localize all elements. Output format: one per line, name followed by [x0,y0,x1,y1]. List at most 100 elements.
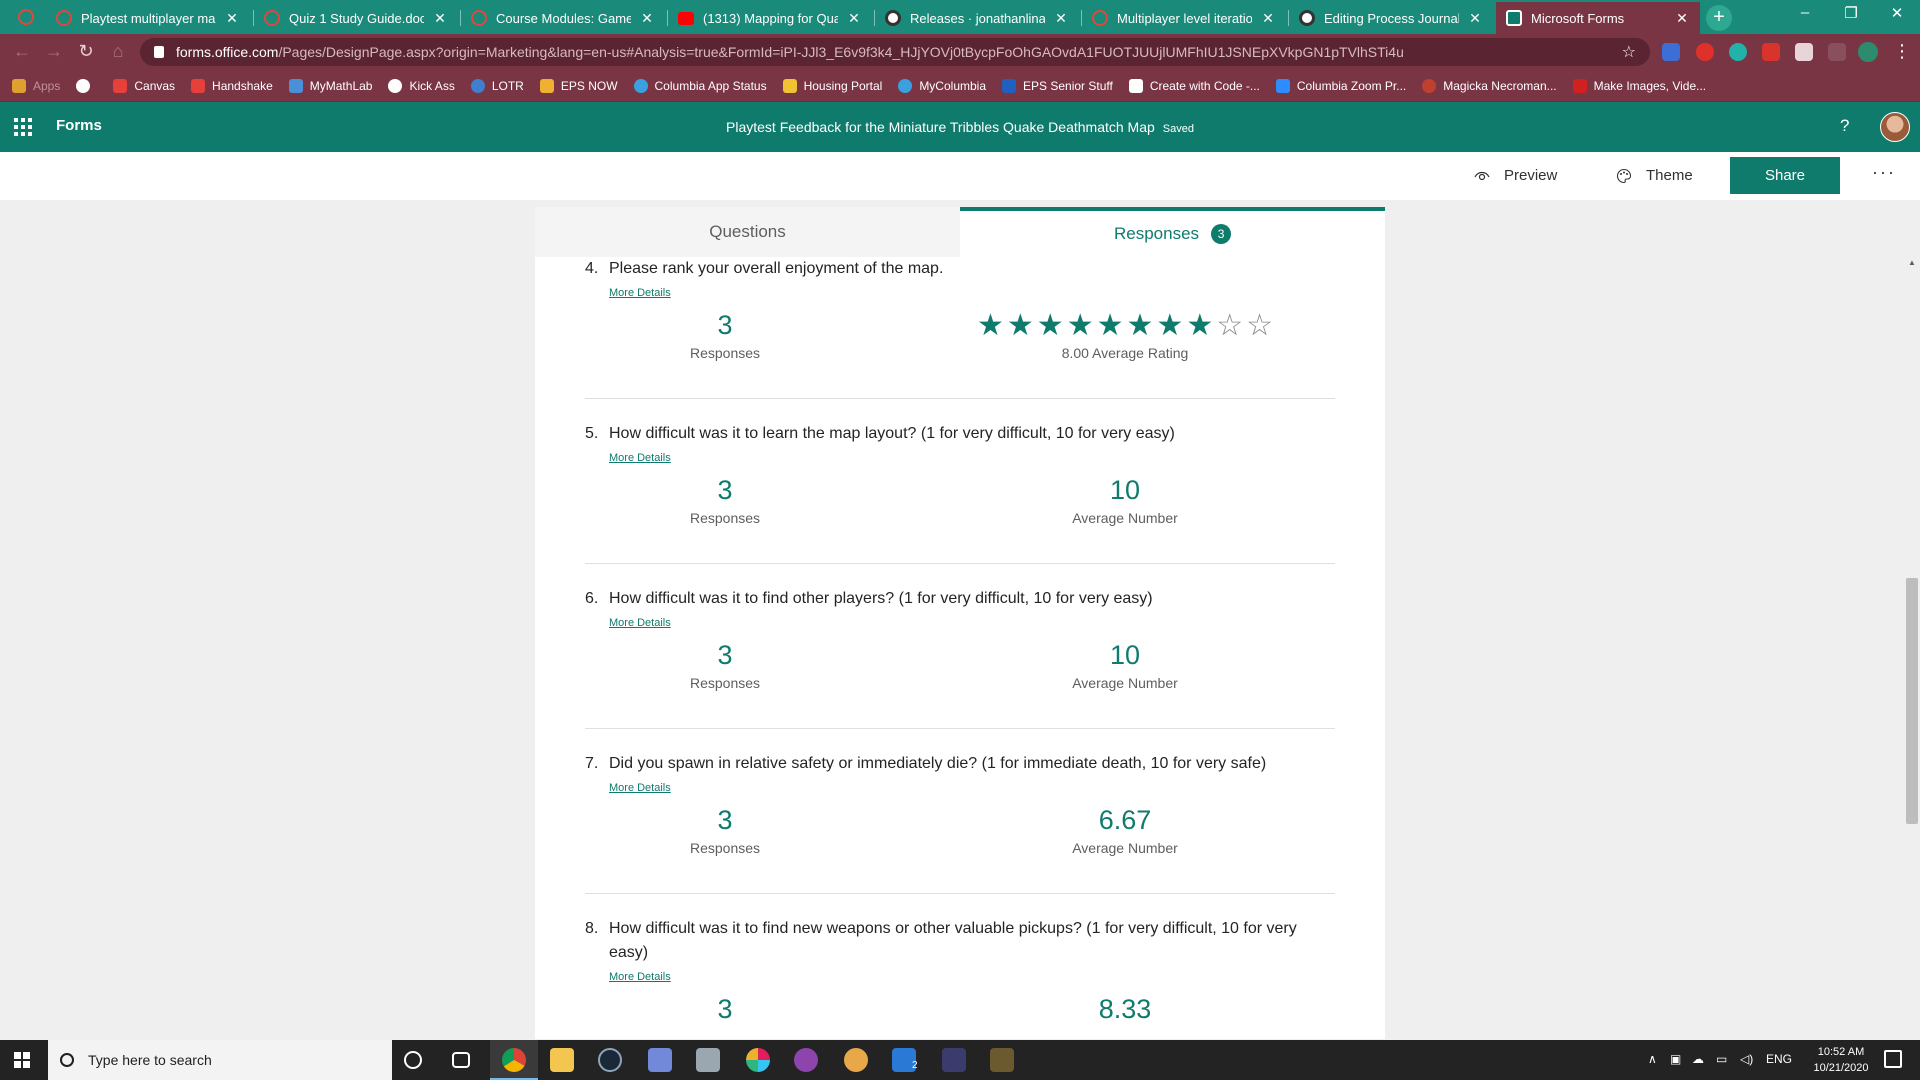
more-details-link[interactable]: More Details [609,452,671,464]
extension-icon[interactable] [1828,43,1846,61]
clock[interactable]: 10:52 AM 10/21/2020 [1800,1044,1882,1076]
slack-icon[interactable] [746,1048,770,1072]
new-tab-button[interactable]: + [1706,5,1732,31]
close-icon[interactable]: ✕ [1053,10,1069,27]
discord-icon[interactable] [648,1048,672,1072]
chrome-menu-icon[interactable] [18,9,34,25]
network-icon[interactable]: ▭ [1716,1052,1727,1066]
steam-icon[interactable] [598,1048,622,1072]
help-icon[interactable]: ? [1840,116,1849,136]
close-icon[interactable]: ✕ [224,10,240,27]
file-explorer-icon[interactable] [550,1048,574,1072]
preview-button[interactable]: Preview [1474,167,1557,184]
tab-responses[interactable]: Responses 3 [960,207,1385,257]
lock-icon [154,46,164,58]
window-close-button[interactable]: ✕ [1874,4,1920,22]
theme-button[interactable]: Theme [1616,167,1693,184]
more-options-icon[interactable]: ··· [1872,162,1896,183]
responses-label: Responses [689,675,761,691]
youtube-icon [678,11,694,25]
avatar[interactable] [1880,112,1910,142]
close-icon[interactable]: ✕ [1260,10,1276,27]
palette-icon [1616,168,1632,183]
home-icon[interactable]: ⌂ [106,41,130,62]
share-button[interactable]: Share [1730,157,1840,194]
volume-icon[interactable]: ◁) [1740,1052,1753,1066]
chrome-icon[interactable] [502,1048,526,1072]
question-summary: 4. Please rank your overall enjoyment of… [585,257,1335,375]
bookmark[interactable]: Columbia Zoom Pr... [1275,78,1406,93]
more-details-link[interactable]: More Details [609,782,671,794]
bookmark[interactable]: Kick Ass [388,78,455,93]
notifications-icon[interactable] [1884,1050,1902,1068]
windows-start-icon[interactable] [14,1052,30,1068]
bookmark[interactable]: Make Images, Vide... [1572,78,1706,93]
more-details-link[interactable]: More Details [609,971,671,983]
bookmark[interactable]: Columbia App Status [633,78,767,93]
extension-icon[interactable] [1729,43,1747,61]
reload-icon[interactable]: ↻ [74,41,98,62]
unity-icon [1128,78,1143,93]
bookmark[interactable]: MyColumbia [898,78,986,93]
app-icon[interactable] [844,1048,868,1072]
app-icon[interactable] [942,1048,966,1072]
app-icon[interactable] [696,1048,720,1072]
task-view-icon[interactable] [452,1052,470,1068]
bookmark-star-icon[interactable]: ☆ [1622,42,1636,62]
browser-tab[interactable]: Multiplayer level iteration ✕ [1082,2,1286,34]
bookmark[interactable]: Create with Code -... [1128,78,1260,93]
close-icon[interactable]: ✕ [846,10,862,27]
menu-icon[interactable]: ⋮ [1890,41,1914,62]
browser-tab[interactable]: Quiz 1 Study Guide.docx ✕ [254,2,458,34]
bookmark[interactable]: Handshake [191,78,273,93]
back-icon[interactable]: ← [10,41,34,62]
scroll-up-icon[interactable]: ▲ [1904,258,1920,267]
more-details-link[interactable]: More Details [609,287,671,299]
forward-icon[interactable]: → [42,41,66,62]
bookmark[interactable]: Magicka Necroman... [1422,78,1557,93]
clock-time: 10:52 AM [1817,1046,1865,1058]
extension-icon[interactable] [1696,43,1714,61]
language-indicator[interactable]: ENG [1766,1052,1792,1066]
tray-app-icon[interactable]: ▣ [1670,1052,1681,1066]
close-icon[interactable]: ✕ [639,10,655,27]
taskbar-search[interactable]: Type here to search [48,1040,392,1080]
address-bar[interactable]: forms.office.com/Pages/DesignPage.aspx?o… [140,38,1650,66]
close-icon[interactable]: ✕ [432,10,448,27]
tray-chevron-icon[interactable]: ∧ [1648,1052,1657,1066]
average-value: 8.33 [1098,994,1152,1024]
bookmark[interactable] [76,78,97,93]
bookmark[interactable]: Canvas [113,78,175,93]
puzzle-icon[interactable] [1795,43,1813,61]
profile-icon[interactable] [1858,42,1878,62]
extension-icon[interactable] [1662,43,1680,61]
star-filled-icon: ★ [976,308,1004,342]
browser-tab-active[interactable]: Microsoft Forms ✕ [1496,2,1700,34]
tab-questions[interactable]: Questions [535,207,960,257]
bookmark[interactable]: Housing Portal [782,78,882,93]
minimize-button[interactable]: – [1782,4,1828,21]
command-bar: Preview Theme Share ··· [0,152,1920,200]
star-filled-icon: ★ [1126,308,1154,342]
browser-tab[interactable]: Editing Process Journal · S ✕ [1289,2,1493,34]
bookmark[interactable]: EPS Senior Stuff [1002,78,1113,93]
browser-tab[interactable]: (1313) Mapping for Quake ✕ [668,2,872,34]
app-icon[interactable] [990,1048,1014,1072]
browser-tab[interactable]: Course Modules: Game De ✕ [461,2,665,34]
browser-tab[interactable]: Releases · jonathanlinat/q ✕ [875,2,1079,34]
extension-icon[interactable] [1762,43,1780,61]
bookmark[interactable]: EPS NOW [539,78,618,93]
more-details-link[interactable]: More Details [609,617,671,629]
responses-stat: 3 Responses [665,470,785,526]
browser-tab[interactable]: Playtest multiplayer maps: ✕ [46,2,250,34]
close-icon[interactable]: ✕ [1467,10,1483,27]
bookmark[interactable]: LOTR [470,78,524,93]
bookmark-apps[interactable]: Apps [12,78,60,93]
bookmark[interactable]: MyMathLab [288,78,372,93]
scrollbar-thumb[interactable] [1906,578,1918,824]
close-icon[interactable]: ✕ [1674,10,1690,27]
restore-button[interactable]: ❐ [1828,4,1874,22]
cortana-icon[interactable] [404,1051,422,1069]
onedrive-icon[interactable]: ☁ [1692,1052,1704,1066]
app-icon[interactable] [794,1048,818,1072]
